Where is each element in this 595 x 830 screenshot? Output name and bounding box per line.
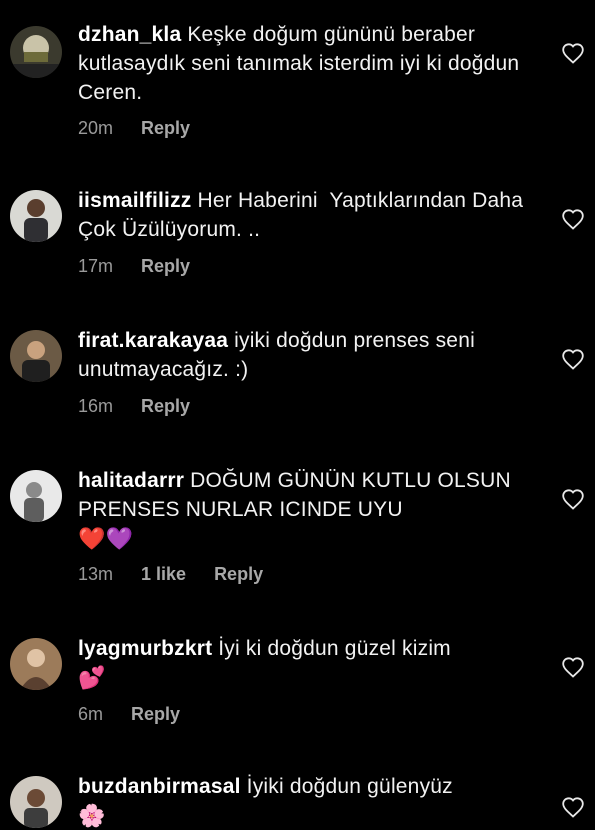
comment-time: 20m — [78, 118, 114, 138]
avatar[interactable] — [10, 190, 62, 242]
comment-body: lyagmurbzkrt İyi ki doğdun güzel kizim 💕 — [78, 634, 540, 692]
reply-button[interactable]: Reply — [214, 564, 263, 585]
comment-username[interactable]: buzdanbirmasal — [78, 775, 241, 798]
comment-body: firat.karakayaa iyiki doğdun prenses seni… — [78, 326, 540, 384]
reply-button[interactable]: Reply — [141, 256, 190, 277]
comment-time: 16m — [78, 396, 114, 416]
comment-time: 13m — [78, 564, 114, 584]
comment-time: 6m — [78, 704, 104, 724]
comment-body: dzhan_kla Keşke doğum gününü beraber kutl… — [78, 20, 540, 107]
comment-body: halitadarrr DOĞUM GÜNÜN KUTLU OLSUN PRENS… — [78, 466, 540, 553]
comment-emojis: ❤️💜 — [78, 526, 134, 551]
avatar[interactable] — [10, 776, 62, 828]
avatar[interactable] — [10, 638, 62, 690]
heart-outline-icon[interactable] — [561, 488, 585, 510]
comment-emojis: 🌸 — [78, 803, 106, 828]
comment-username[interactable]: firat.karakayaa — [78, 329, 228, 352]
comment-username[interactable]: dzhan_kla — [78, 23, 181, 46]
avatar[interactable] — [10, 330, 62, 382]
comment-username[interactable]: iismailfilizz — [78, 189, 191, 212]
heart-outline-icon[interactable] — [561, 796, 585, 818]
comment-username[interactable]: lyagmurbzkrt — [78, 637, 212, 660]
comment-username[interactable]: halitadarrr — [78, 469, 184, 492]
heart-outline-icon[interactable] — [561, 656, 585, 678]
reply-button[interactable]: Reply — [141, 118, 190, 139]
comment-body: iismailfilizz Her Haberini Yaptıklarından… — [78, 186, 540, 244]
comment-meta: 20m Reply — [78, 118, 190, 139]
comment-time: 17m — [78, 256, 114, 276]
heart-outline-icon[interactable] — [561, 42, 585, 64]
comments-list: dzhan_kla Keşke doğum gününü beraber kutl… — [0, 0, 595, 829]
avatar[interactable] — [10, 470, 62, 522]
like-count[interactable]: 1 like — [141, 564, 186, 585]
comment-text: İyi ki doğdun güzel kizim — [218, 637, 451, 660]
comment-meta: 13m 1 like Reply — [78, 564, 263, 585]
comment-meta: 16m Reply — [78, 396, 190, 417]
reply-button[interactable]: Reply — [131, 704, 180, 725]
heart-outline-icon[interactable] — [561, 208, 585, 230]
heart-outline-icon[interactable] — [561, 348, 585, 370]
comment-meta: 6m Reply — [78, 704, 180, 725]
comment-body: buzdanbirmasal İyiki doğdun gülenyüz 🌸 — [78, 772, 540, 830]
comment-text: İyiki doğdun gülenyüz — [246, 775, 453, 798]
avatar[interactable] — [10, 26, 62, 78]
reply-button[interactable]: Reply — [141, 396, 190, 417]
comment-emojis: 💕 — [78, 665, 106, 690]
comment-meta: 17m Reply — [78, 256, 190, 277]
